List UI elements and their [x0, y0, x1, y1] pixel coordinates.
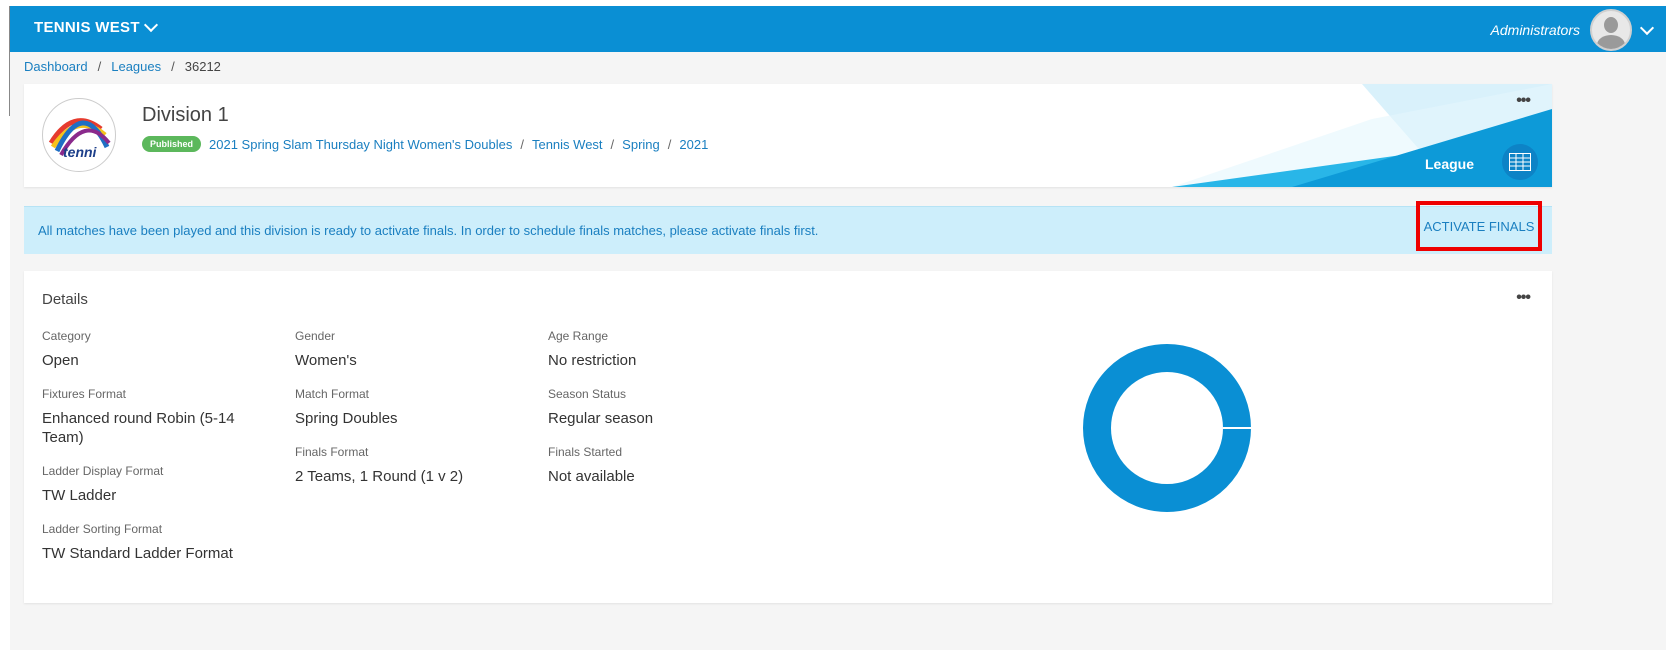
breadcrumb-separator: / [171, 59, 175, 74]
field-category: Category Open [42, 329, 91, 369]
path-separator: / [667, 136, 672, 152]
progress-donut-chart [1083, 344, 1253, 512]
top-bar: TENNIS WEST Administrators [10, 6, 1666, 52]
status-badge: Published [142, 136, 202, 152]
brand-label: TENNIS WEST [34, 19, 140, 36]
breadcrumb-leagues[interactable]: Leagues [111, 59, 161, 74]
division-title: Division 1 [142, 104, 229, 126]
year-link[interactable]: 2021 [679, 137, 708, 152]
finals-alert: All matches have been played and this di… [24, 201, 1552, 254]
details-card: Details ••• Category Open Fixtures Format… [24, 271, 1552, 603]
type-label: League [1424, 156, 1474, 172]
more-horizontal-icon[interactable]: ••• [1516, 92, 1531, 110]
season-link[interactable]: Spring [622, 137, 660, 152]
details-title: Details [42, 291, 88, 308]
donut-ring [1083, 344, 1251, 512]
app-container: TENNIS WEST Administrators Dashboard / L… [10, 6, 1666, 650]
path-separator: / [520, 136, 524, 152]
field-gender: Gender Women's [295, 329, 357, 369]
path-separator: / [610, 136, 615, 152]
field-finals-format: Finals Format 2 Teams, 1 Round (1 v 2) [295, 445, 464, 485]
header-decoration [1172, 84, 1552, 187]
field-fixtures-format: Fixtures Format Enhanced round Robin (5-1… [42, 387, 235, 446]
field-age-range: Age Range No restriction [548, 329, 637, 369]
user-role-label: Administrators [1490, 22, 1580, 38]
field-season-status: Season Status Regular season [548, 387, 654, 427]
alert-message: All matches have been played and this di… [38, 223, 819, 238]
tennis-logo: tenni [42, 98, 116, 172]
field-finals-started: Finals Started Not available [548, 445, 635, 485]
avatar [1590, 9, 1632, 51]
division-header-card: tenni Division 1 Published 2021 Spring S… [24, 84, 1552, 187]
breadcrumb-dashboard[interactable]: Dashboard [24, 59, 88, 74]
svg-text:tenni: tenni [63, 144, 98, 160]
field-ladder-display-format: Ladder Display Format TW Ladder [42, 464, 164, 504]
field-match-format: Match Format Spring Doubles [295, 387, 398, 427]
breadcrumb-separator: / [97, 59, 102, 74]
competition-link[interactable]: 2021 Spring Slam Thursday Night Women's … [209, 137, 512, 152]
division-meta: Published 2021 Spring Slam Thursday Nigh… [142, 136, 708, 152]
user-menu[interactable]: Administrators [1490, 9, 1655, 51]
breadcrumb-current: 36212 [184, 59, 221, 74]
league-table-icon[interactable] [1502, 144, 1538, 180]
more-horizontal-icon[interactable]: ••• [1516, 289, 1531, 307]
breadcrumb: Dashboard / Leagues / 36212 [24, 59, 221, 74]
field-ladder-sorting-format: Ladder Sorting Format TW Standard Ladder … [42, 522, 233, 562]
org-switcher[interactable]: TENNIS WEST [34, 17, 158, 36]
activate-finals-button[interactable]: ACTIVATE FINALS [1416, 201, 1542, 251]
association-link[interactable]: Tennis West [532, 137, 603, 152]
chevron-down-icon [1639, 20, 1655, 35]
chevron-down-icon [143, 17, 158, 33]
